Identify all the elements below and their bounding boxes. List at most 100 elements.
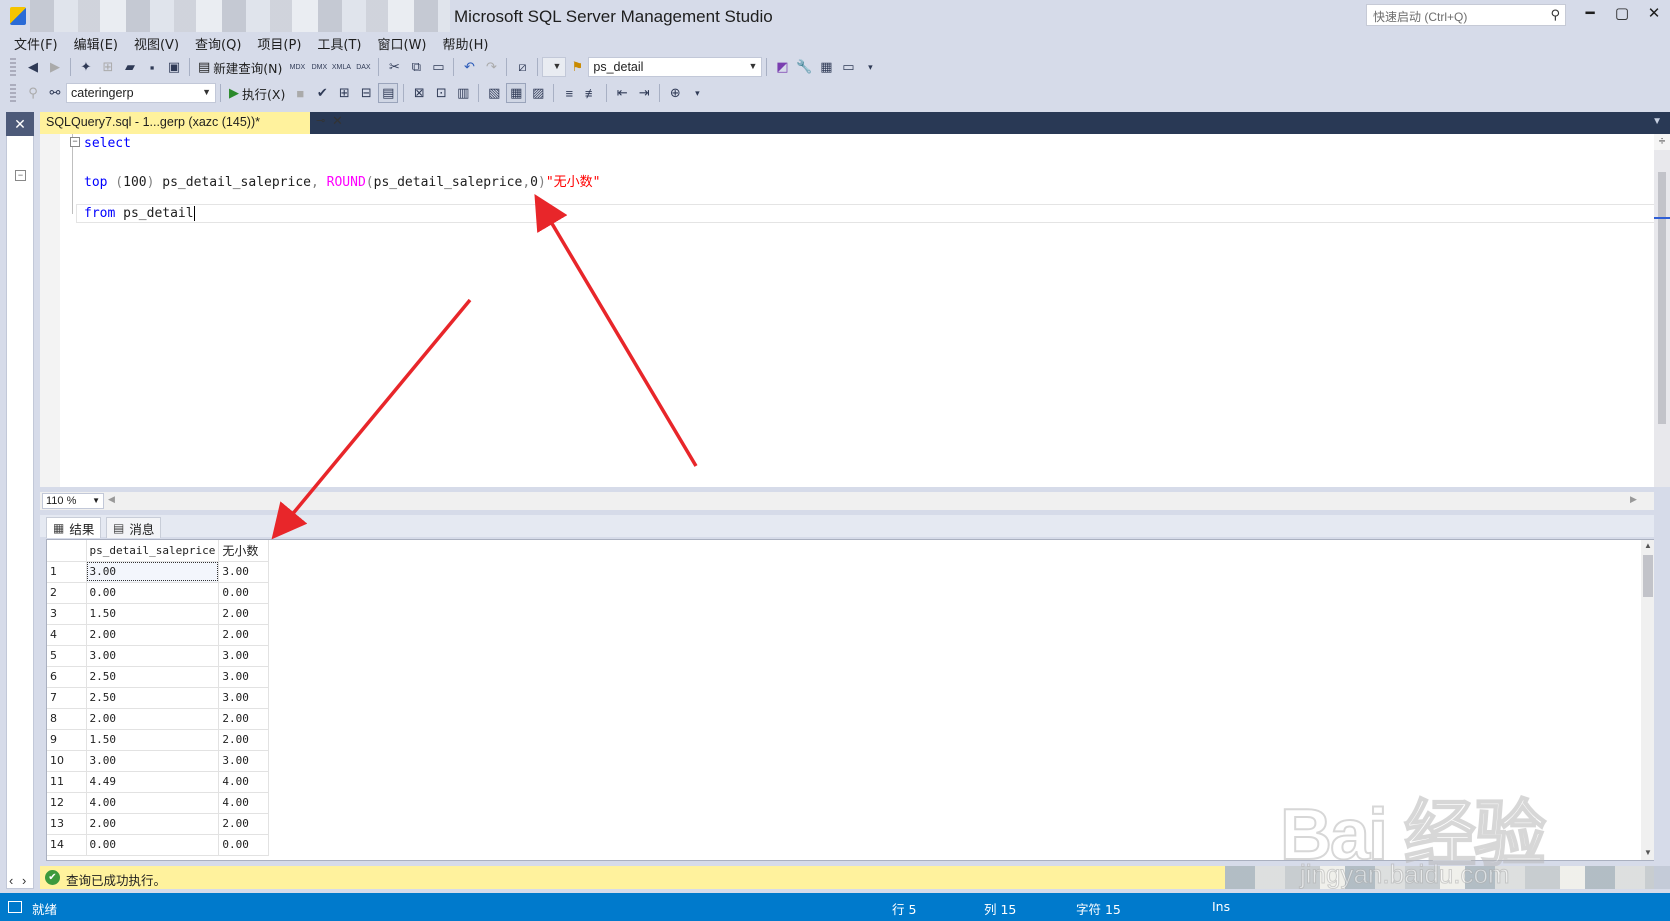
grid-cell[interactable]: 1.50 — [86, 603, 220, 625]
table-row[interactable]: 14 0.00 0.00 — [47, 834, 270, 856]
dmx-query-icon[interactable]: DMX — [309, 57, 329, 77]
save-icon[interactable]: ▪ — [142, 57, 162, 77]
redo-icon[interactable]: ↷ — [481, 57, 501, 77]
toolbar-grip[interactable] — [10, 58, 16, 76]
undo-icon[interactable]: ↶ — [459, 57, 479, 77]
grid-cell[interactable]: 3.00 — [218, 666, 270, 688]
fold-toggle-icon[interactable]: − — [70, 137, 80, 147]
connect-icon[interactable]: ⚲ — [23, 83, 43, 103]
scroll-right-arrow-icon[interactable]: ▶ — [1630, 494, 1637, 505]
grid-cell[interactable]: 2.00 — [218, 729, 270, 751]
scroll-left-arrow-icon[interactable]: ◀ — [108, 494, 115, 505]
row-number-cell[interactable]: 2 — [47, 582, 87, 604]
open-file-icon[interactable]: ▰ — [120, 57, 140, 77]
menu-query[interactable]: 查询(Q) — [187, 32, 249, 53]
grid-cell[interactable]: 2.00 — [86, 708, 220, 730]
editor-horizontal-scrollbar[interactable] — [40, 492, 1654, 510]
comment-icon[interactable]: ≡ — [559, 83, 579, 103]
maximize-button[interactable]: ▢ — [1604, 0, 1640, 30]
row-number-cell[interactable]: 6 — [47, 666, 87, 688]
copy-icon[interactable]: ⧉ — [406, 57, 426, 77]
toolbar-options-icon[interactable]: ▾ — [860, 57, 880, 77]
minimize-button[interactable]: ━ — [1572, 0, 1608, 30]
row-number-cell[interactable]: 7 — [47, 687, 87, 709]
row-number-cell[interactable]: 4 — [47, 624, 87, 646]
grid-cell[interactable]: 4.00 — [86, 792, 220, 814]
query-designer-icon[interactable]: ⊟ — [356, 83, 376, 103]
row-number-cell[interactable]: 12 — [47, 792, 87, 814]
grid-cell[interactable]: 2.50 — [86, 687, 220, 709]
grid-cell[interactable]: 2.00 — [86, 624, 220, 646]
close-icon[interactable]: ✕ — [6, 112, 34, 136]
find-icon[interactable]: ⚑ — [567, 57, 587, 77]
menu-help[interactable]: 帮助(H) — [435, 32, 497, 53]
scroll-right-icon[interactable]: › — [22, 873, 26, 888]
row-number-header[interactable] — [47, 540, 87, 562]
output-window-icon[interactable] — [8, 901, 22, 913]
split-window-icon[interactable]: ÷ — [1654, 134, 1670, 150]
actual-plan-icon[interactable]: ⊠ — [409, 83, 429, 103]
grid-cell[interactable]: 2.00 — [218, 813, 270, 835]
grid-cell[interactable]: 1.50 — [86, 729, 220, 751]
quick-launch-input[interactable]: 快速启动 (Ctrl+Q) ⚲ — [1366, 4, 1566, 26]
menu-view[interactable]: 视图(V) — [126, 32, 187, 53]
row-number-cell[interactable]: 10 — [47, 750, 87, 772]
editor-scroll-thumb[interactable] — [1658, 172, 1666, 424]
mdx-query-icon[interactable]: MDX — [287, 57, 307, 77]
live-stats-icon[interactable]: ⊡ — [431, 83, 451, 103]
row-number-cell[interactable]: 1 — [47, 561, 87, 583]
zoom-selector[interactable]: 110 % ▼ — [42, 493, 104, 509]
table-row[interactable]: 8 2.00 2.00 — [47, 708, 270, 730]
toolbar-options-icon[interactable]: ▾ — [687, 83, 707, 103]
table-row[interactable]: 5 3.00 3.00 — [47, 645, 270, 667]
parse-check-icon[interactable]: ✔ — [312, 83, 332, 103]
new-project-icon[interactable]: ✦ — [76, 57, 96, 77]
grid-cell[interactable]: 2.00 — [218, 624, 270, 646]
pin-icon[interactable]: ⊸ — [316, 114, 325, 127]
grid-cell[interactable]: 2.50 — [86, 666, 220, 688]
properties-wrench-icon[interactable]: 🔧 — [794, 57, 814, 77]
grid-cell[interactable]: 0.00 — [86, 834, 220, 856]
terminal-icon[interactable]: ▭ — [838, 57, 858, 77]
dax-query-icon[interactable]: DAX — [353, 57, 373, 77]
toolbox-icon[interactable]: ▦ — [816, 57, 836, 77]
close-window-button[interactable]: ✕ — [1636, 0, 1670, 30]
stop-icon[interactable]: ■ — [290, 83, 310, 103]
add-item-icon[interactable]: ⊞ — [98, 57, 118, 77]
grid-cell[interactable]: 4.49 — [86, 771, 220, 793]
tab-sqlquery7[interactable]: SQLQuery7.sql - 1...gerp (xazc (145))* — [40, 112, 310, 134]
solution-explorer-icon[interactable]: ◩ — [772, 57, 792, 77]
query-editor[interactable]: − select top (100) ps_detail_saleprice, … — [40, 134, 1656, 487]
activity-monitor-icon[interactable]: ⧄ — [512, 57, 532, 77]
menu-window[interactable]: 窗口(W) — [370, 32, 435, 53]
grid-cell[interactable]: 3.00 — [86, 750, 220, 772]
table-row[interactable]: 6 2.50 3.00 — [47, 666, 270, 688]
grid-cell[interactable]: 3.00 — [218, 561, 270, 583]
grid-cell[interactable]: 4.00 — [218, 792, 270, 814]
object-search-combo[interactable]: ps_detail ▼ — [588, 57, 763, 77]
row-number-cell[interactable]: 5 — [47, 645, 87, 667]
menu-edit[interactable]: 编辑(E) — [66, 32, 126, 53]
grid-cell[interactable]: 0.00 — [218, 582, 270, 604]
grid-cell[interactable]: 4.00 — [218, 771, 270, 793]
back-icon[interactable]: ◀ — [23, 57, 43, 77]
menu-project[interactable]: 项目(P) — [249, 32, 309, 53]
table-row[interactable]: 7 2.50 3.00 — [47, 687, 270, 709]
uncomment-icon[interactable]: ≢ — [581, 83, 601, 103]
menu-file[interactable]: 文件(F) — [6, 32, 66, 53]
grid-cell[interactable]: 3.00 — [218, 750, 270, 772]
row-number-cell[interactable]: 14 — [47, 834, 87, 856]
row-number-cell[interactable]: 8 — [47, 708, 87, 730]
database-selector[interactable]: cateringerp ▼ — [66, 83, 216, 103]
grid-cell[interactable]: 3.00 — [86, 561, 220, 583]
tab-close-icon[interactable]: ✕ — [332, 113, 343, 129]
grid-scroll-thumb[interactable] — [1643, 555, 1653, 597]
xmla-query-icon[interactable]: XMLA — [331, 57, 351, 77]
scroll-up-arrow-icon[interactable]: ▲ — [1644, 541, 1652, 550]
tab-messages[interactable]: ▤ 消息 — [106, 517, 162, 538]
table-row[interactable]: 9 1.50 2.00 — [47, 729, 270, 751]
column-header[interactable]: 无小数 — [218, 540, 270, 562]
results-to-file-icon[interactable]: ▨ — [528, 83, 548, 103]
table-row[interactable]: 2 0.00 0.00 — [47, 582, 270, 604]
table-row[interactable]: 11 4.49 4.00 — [47, 771, 270, 793]
